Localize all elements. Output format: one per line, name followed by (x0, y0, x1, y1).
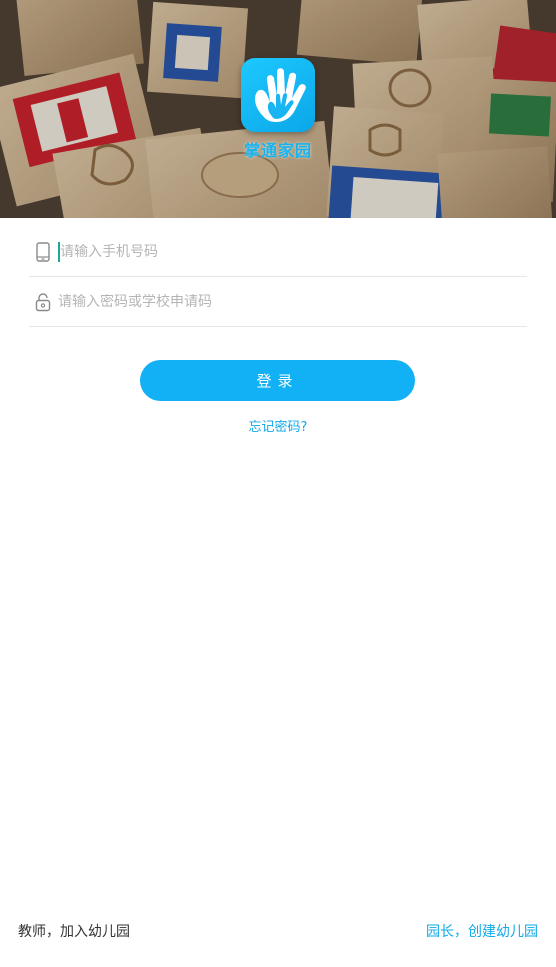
app-logo (241, 58, 315, 132)
principal-create-link[interactable]: 园长，创建幼儿园 (426, 921, 538, 941)
phone-field[interactable] (29, 227, 527, 277)
lock-icon (31, 290, 55, 314)
password-field[interactable] (29, 277, 527, 327)
phone-input[interactable] (60, 243, 520, 260)
password-input[interactable] (58, 293, 518, 310)
forgot-password-link[interactable]: 忘记密码? (0, 416, 556, 435)
phone-icon (31, 240, 55, 264)
header-banner: 掌通家园 (0, 0, 556, 218)
login-button[interactable]: 登录 (140, 360, 415, 401)
app-logo-hand-icon (255, 68, 306, 122)
app-name: 掌通家园 (243, 141, 312, 160)
teacher-join-link[interactable]: 教师，加入幼儿园 (18, 921, 130, 941)
